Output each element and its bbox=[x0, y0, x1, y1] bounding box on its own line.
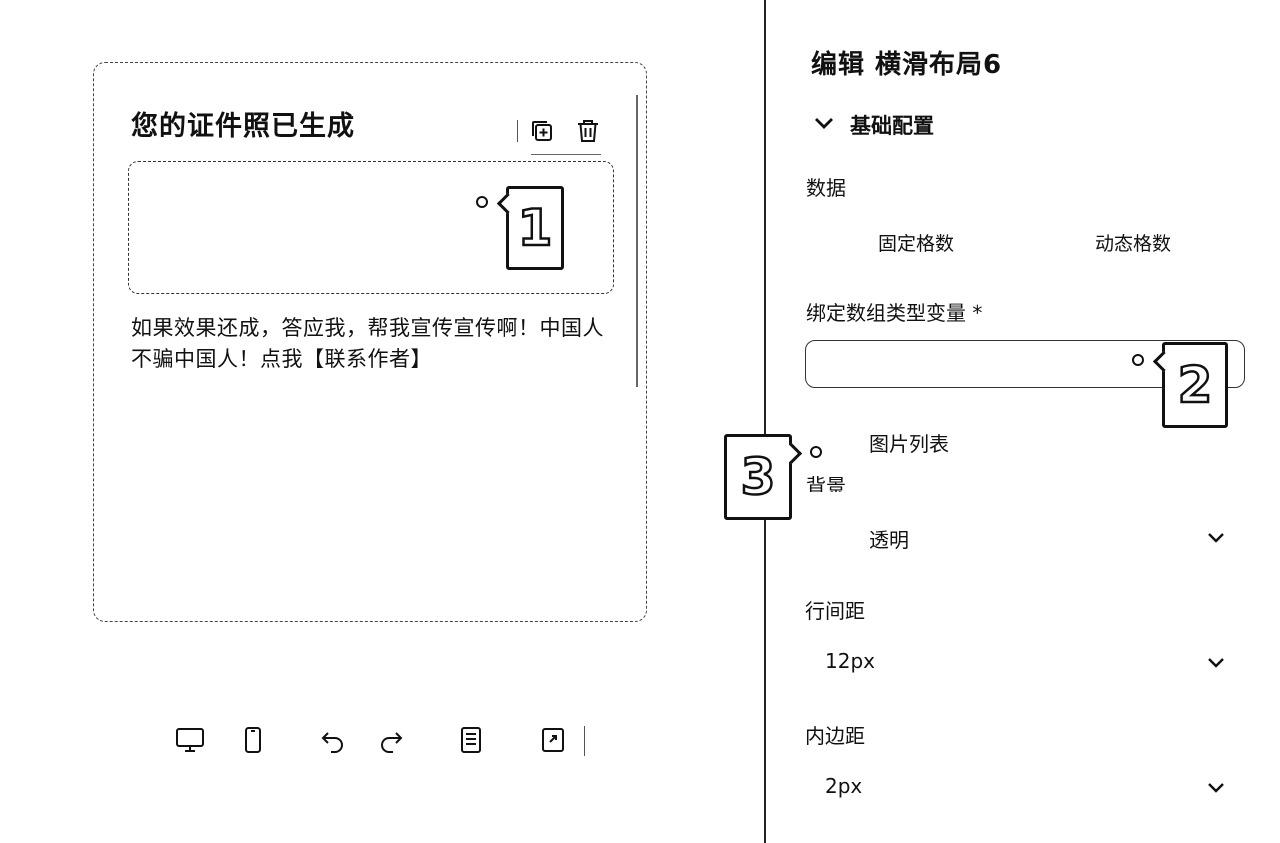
padding-label: 内边距 bbox=[805, 724, 865, 748]
callout-dot bbox=[810, 446, 822, 458]
chevron-down-icon bbox=[815, 118, 833, 129]
background-value: 透明 bbox=[869, 528, 909, 552]
card-title: 您的证件照已生成 bbox=[131, 111, 355, 142]
panel-title: 编辑 横滑布局6 bbox=[811, 50, 1003, 80]
preview-scrollbar[interactable] bbox=[636, 95, 638, 387]
chevron-down-icon bbox=[1208, 533, 1224, 543]
panel-divider[interactable] bbox=[764, 0, 766, 843]
document-icon[interactable] bbox=[457, 726, 485, 754]
callout-number: 3 bbox=[724, 434, 792, 520]
callout-dot bbox=[476, 196, 488, 208]
line-spacing-label: 行间距 bbox=[805, 599, 865, 623]
toolbar-underline bbox=[531, 154, 601, 155]
undo-icon[interactable] bbox=[319, 726, 347, 754]
chevron-down-icon bbox=[1208, 658, 1224, 668]
copy-add-icon[interactable] bbox=[529, 118, 555, 144]
trash-icon[interactable] bbox=[575, 118, 601, 144]
redo-icon[interactable] bbox=[377, 726, 405, 754]
option-dynamic-cells[interactable]: 动态格数 bbox=[1095, 229, 1171, 256]
callout-dot bbox=[1132, 354, 1144, 366]
option-fixed-cells[interactable]: 固定格数 bbox=[878, 229, 954, 256]
background-select[interactable]: 透明 bbox=[805, 518, 1235, 558]
card-body-text[interactable]: 如果效果还成，答应我，帮我宣传宣传啊！中国人不骗中国人！点我【联系作者】 bbox=[131, 313, 611, 375]
image-list-label: 图片列表 bbox=[869, 432, 949, 456]
bottom-toolbar-divider bbox=[584, 726, 585, 756]
line-spacing-select[interactable]: 12px bbox=[805, 643, 1235, 683]
bind-variable-label: 绑定数组类型变量 * bbox=[806, 301, 983, 325]
desktop-icon[interactable] bbox=[175, 726, 204, 754]
mobile-icon[interactable] bbox=[239, 726, 267, 754]
data-label: 数据 bbox=[806, 176, 846, 200]
chevron-down-icon bbox=[1208, 783, 1224, 793]
padding-select[interactable]: 2px bbox=[805, 768, 1235, 808]
padding-value: 2px bbox=[825, 774, 863, 798]
bottom-toolbar bbox=[158, 716, 588, 772]
background-label: 背景 bbox=[806, 474, 846, 492]
callout-number: 1 bbox=[506, 186, 564, 270]
line-spacing-value: 12px bbox=[825, 649, 875, 673]
section-label: 基础配置 bbox=[850, 114, 934, 138]
export-icon[interactable] bbox=[539, 726, 567, 754]
callout-number: 2 bbox=[1162, 342, 1228, 428]
toolbar-divider bbox=[517, 120, 518, 142]
